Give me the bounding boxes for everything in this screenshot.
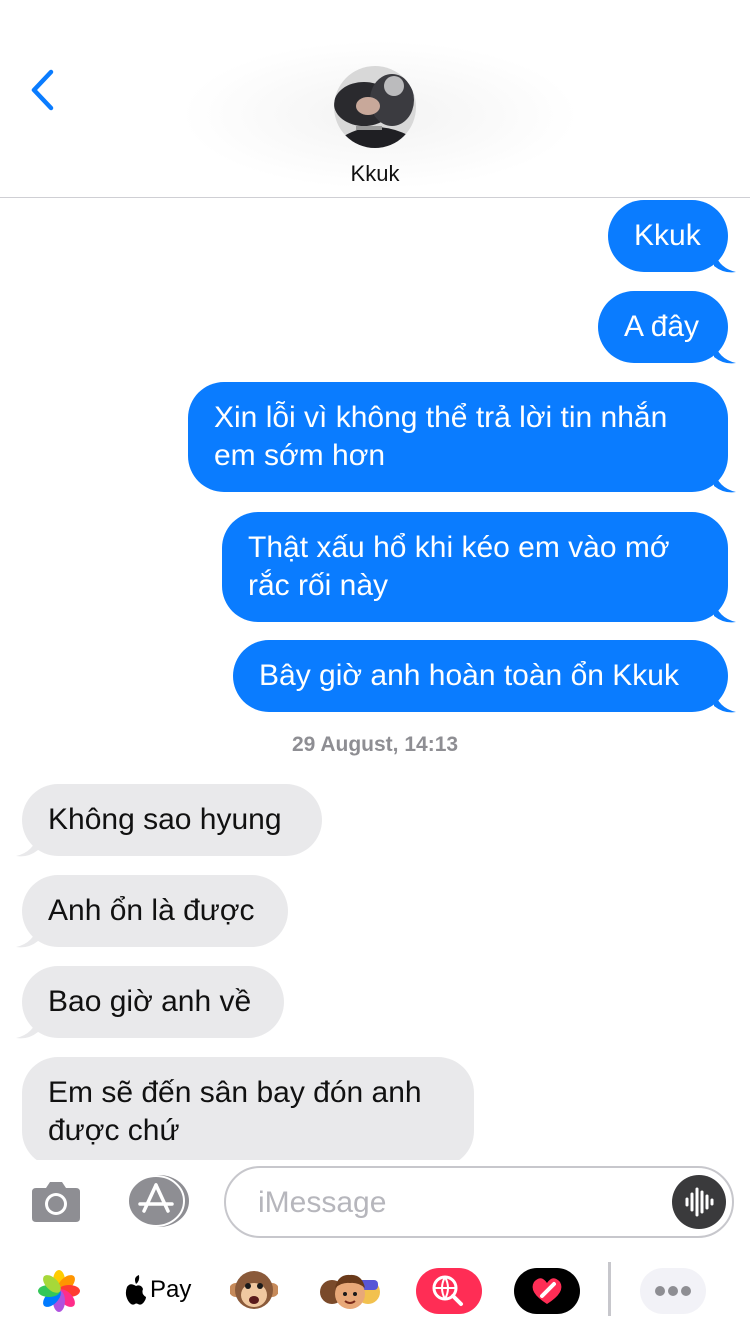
message-bubble-incoming[interactable]: Không sao hyung: [22, 784, 322, 856]
chevron-left-icon: [31, 69, 54, 111]
contact-avatar-photo: [334, 66, 416, 148]
message-bubble-incoming[interactable]: Em sẽ đến sân bay đón anh được chứ: [22, 1057, 474, 1167]
memoji-stickers-icon: [320, 1274, 380, 1309]
contact-name[interactable]: Kkuk: [275, 161, 475, 187]
message-bubble-outgoing[interactable]: Thật xấu hổ khi kéo em vào mớ rắc rối nà…: [222, 512, 728, 622]
message-text-line: rắc rối này: [248, 569, 389, 602]
waveform-icon: [685, 1187, 714, 1217]
digital-touch-app[interactable]: [514, 1262, 580, 1320]
bubble-tail: [16, 1016, 38, 1039]
monkey-memoji-icon: [229, 1271, 279, 1309]
message-bubble-outgoing[interactable]: Xin lỗi vì không thể trả lời tin nhắn em…: [188, 382, 728, 492]
message-text: Bao giờ anh về: [48, 985, 252, 1018]
back-button[interactable]: [22, 62, 62, 118]
photos-icon: [38, 1270, 80, 1312]
bubble-tail: [16, 834, 38, 857]
animoji-app[interactable]: [229, 1262, 279, 1320]
camera-button[interactable]: [30, 1176, 82, 1224]
bubble-tail: [714, 690, 736, 713]
message-text-line: Em sẽ đến sân bay đón anh: [48, 1076, 422, 1109]
header-divider: [0, 197, 750, 198]
apple-logo-icon: [125, 1275, 146, 1305]
message-text: Không sao hyung: [48, 803, 282, 836]
message-text: Anh ổn là được: [48, 894, 255, 927]
app-store-button[interactable]: [127, 1174, 189, 1228]
avatar[interactable]: [334, 66, 416, 148]
voice-message-button[interactable]: [672, 1175, 726, 1229]
bubble-tail: [714, 250, 736, 273]
message-text: Kkuk: [634, 219, 701, 252]
app-store-icon: [127, 1175, 189, 1227]
message-text-line: em sớm hơn: [214, 439, 386, 472]
message-input[interactable]: [256, 1168, 660, 1238]
bubble-tail: [714, 341, 736, 364]
message-field: [224, 1166, 734, 1238]
photos-app[interactable]: [38, 1262, 80, 1320]
globe-search-icon: [416, 1268, 482, 1314]
bubble-tail: [714, 600, 736, 623]
message-text-line: Thật xấu hổ khi kéo em vào mớ: [248, 531, 670, 564]
camera-icon: [32, 1182, 80, 1222]
message-bubble-outgoing[interactable]: Bây giờ anh hoàn toàn ổn Kkuk: [233, 640, 728, 712]
message-text-line: được chứ: [48, 1114, 180, 1147]
app-drawer-divider: [608, 1262, 611, 1316]
message-text: A đây: [624, 310, 700, 343]
bubble-tail: [714, 470, 736, 493]
apple-pay-app[interactable]: Pay: [124, 1262, 192, 1320]
message-text: Bây giờ anh hoàn toàn ổn Kkuk: [259, 659, 679, 692]
bubble-tail: [16, 925, 38, 948]
message-bubble-incoming[interactable]: Anh ổn là được: [22, 875, 288, 947]
heart-touch-icon: [514, 1268, 580, 1314]
apple-pay-label: Pay: [150, 1276, 192, 1303]
memoji-stickers-app[interactable]: [318, 1262, 382, 1320]
message-bubble-outgoing[interactable]: A đây: [598, 291, 728, 363]
images-search-app[interactable]: [416, 1262, 482, 1320]
more-apps-button[interactable]: [640, 1262, 706, 1320]
conversation-header: Kkuk: [0, 0, 750, 198]
ellipsis-icon: [640, 1268, 706, 1314]
message-text-line: Xin lỗi vì không thể trả lời tin nhắn: [214, 401, 668, 434]
message-bubble-incoming[interactable]: Bao giờ anh về: [22, 966, 284, 1038]
message-timestamp: 29 August, 14:13: [291, 733, 459, 756]
message-bubble-outgoing[interactable]: Kkuk: [608, 200, 728, 272]
